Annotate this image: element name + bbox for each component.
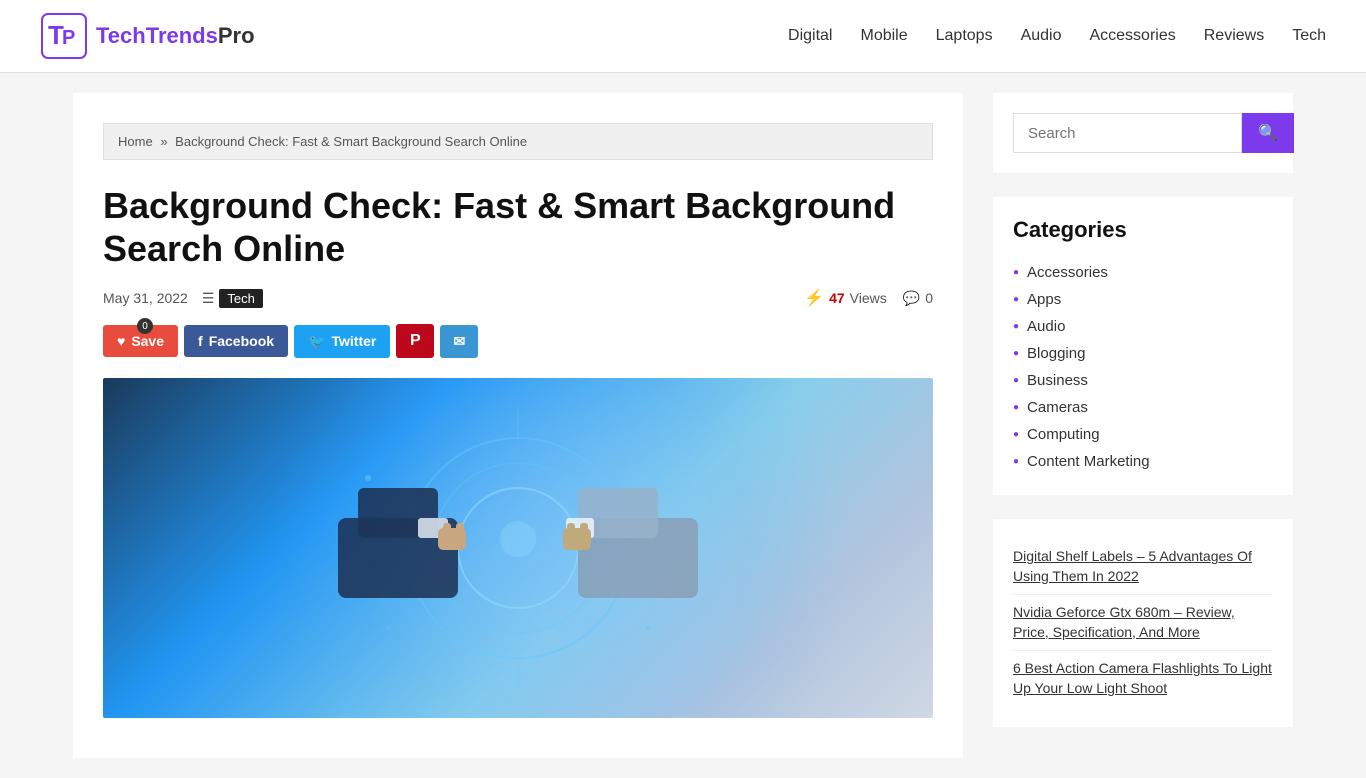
recent-post-2: Nvidia Geforce Gtx 680m – Review, Price,… <box>1013 595 1273 651</box>
site-header: T P TechTrendsPro Digital Mobile Laptops… <box>0 0 1366 73</box>
main-wrapper: Home » Background Check: Fast & Smart Ba… <box>43 73 1323 778</box>
category-item-computing[interactable]: Computing <box>1013 421 1273 448</box>
twitter-icon: 🐦 <box>308 333 325 350</box>
meta-right: ⚡ 47 Views 💬 0 <box>804 288 933 308</box>
article-tag: ☰ Tech <box>202 289 263 308</box>
nav-audio[interactable]: Audio <box>1021 27 1062 45</box>
recent-post-3: 6 Best Action Camera Flashlights To Ligh… <box>1013 651 1273 706</box>
recent-post-1: Digital Shelf Labels – 5 Advantages Of U… <box>1013 539 1273 595</box>
content-area: Home » Background Check: Fast & Smart Ba… <box>73 93 963 758</box>
fist-bump-graphic <box>308 398 728 698</box>
svg-text:P: P <box>62 27 75 49</box>
article-image <box>103 378 933 718</box>
email-icon: ✉ <box>453 333 465 350</box>
breadcrumb-home[interactable]: Home <box>118 134 153 149</box>
logo-text: TechTrendsPro <box>96 23 255 49</box>
nav-accessories[interactable]: Accessories <box>1089 27 1175 45</box>
category-item-cameras[interactable]: Cameras <box>1013 394 1273 421</box>
comments-number: 0 <box>925 290 933 306</box>
views-count: ⚡ 47 Views <box>804 288 887 308</box>
email-button[interactable]: ✉ <box>440 325 478 358</box>
facebook-button[interactable]: f Facebook <box>184 325 288 357</box>
facebook-icon: f <box>198 333 203 349</box>
category-item-business[interactable]: Business <box>1013 367 1273 394</box>
views-label: Views <box>850 290 887 306</box>
heart-icon: ♥ <box>117 333 125 349</box>
search-input[interactable] <box>1013 113 1242 153</box>
recent-post-2-link[interactable]: Nvidia Geforce Gtx 680m – Review, Price,… <box>1013 604 1235 640</box>
category-item-blogging[interactable]: Blogging <box>1013 340 1273 367</box>
breadcrumb-current: Background Check: Fast & Smart Backgroun… <box>175 134 527 149</box>
category-item-audio[interactable]: Audio <box>1013 313 1273 340</box>
search-widget: 🔍 <box>993 93 1293 173</box>
logo[interactable]: T P TechTrendsPro <box>40 12 255 60</box>
category-list: Accessories Apps Audio Blogging Business… <box>1013 259 1273 475</box>
twitter-button[interactable]: 🐦 Twitter <box>294 325 390 358</box>
categories-widget: Categories Accessories Apps Audio Bloggi… <box>993 197 1293 495</box>
sidebar: 🔍 Categories Accessories Apps Audio Blog… <box>993 93 1293 758</box>
nav-mobile[interactable]: Mobile <box>860 27 907 45</box>
breadcrumb-separator: » <box>160 134 167 149</box>
search-icon: 🔍 <box>1258 125 1278 142</box>
breadcrumb: Home » Background Check: Fast & Smart Ba… <box>103 123 933 160</box>
article-date: May 31, 2022 <box>103 290 188 306</box>
categories-title: Categories <box>1013 217 1273 243</box>
pinterest-button[interactable]: P <box>396 324 434 358</box>
bolt-icon: ⚡ <box>804 288 824 308</box>
pinterest-icon: P <box>410 332 421 350</box>
meta-left: May 31, 2022 ☰ Tech <box>103 289 263 308</box>
logo-icon: T P <box>40 12 88 60</box>
recent-post-3-link[interactable]: 6 Best Action Camera Flashlights To Ligh… <box>1013 660 1272 696</box>
category-item-content-marketing[interactable]: Content Marketing <box>1013 448 1273 475</box>
nav-reviews[interactable]: Reviews <box>1204 27 1264 45</box>
comments-count: 💬 0 <box>903 290 933 307</box>
social-buttons: ♥ Save 0 f Facebook 🐦 Twitter P ✉ <box>103 324 933 358</box>
category-item-apps[interactable]: Apps <box>1013 286 1273 313</box>
nav-digital[interactable]: Digital <box>788 27 832 45</box>
tag-label: Tech <box>219 289 262 308</box>
nav-tech[interactable]: Tech <box>1292 27 1326 45</box>
main-nav: Digital Mobile Laptops Audio Accessories… <box>788 27 1326 45</box>
category-item-accessories[interactable]: Accessories <box>1013 259 1273 286</box>
recent-posts-list: Digital Shelf Labels – 5 Advantages Of U… <box>1013 539 1273 707</box>
search-button[interactable]: 🔍 <box>1242 113 1294 153</box>
tag-icon: ☰ <box>202 290 215 307</box>
twitter-label: Twitter <box>331 333 376 349</box>
article-title: Background Check: Fast & Smart Backgroun… <box>103 184 933 270</box>
views-number: 47 <box>829 290 845 306</box>
comment-icon: 💬 <box>903 290 920 307</box>
nav-laptops[interactable]: Laptops <box>936 27 993 45</box>
recent-posts-widget: Digital Shelf Labels – 5 Advantages Of U… <box>993 519 1293 727</box>
recent-post-1-link[interactable]: Digital Shelf Labels – 5 Advantages Of U… <box>1013 548 1252 584</box>
article-meta: May 31, 2022 ☰ Tech ⚡ 47 Views 💬 0 <box>103 288 933 308</box>
facebook-label: Facebook <box>209 333 274 349</box>
save-label: Save <box>131 333 164 349</box>
